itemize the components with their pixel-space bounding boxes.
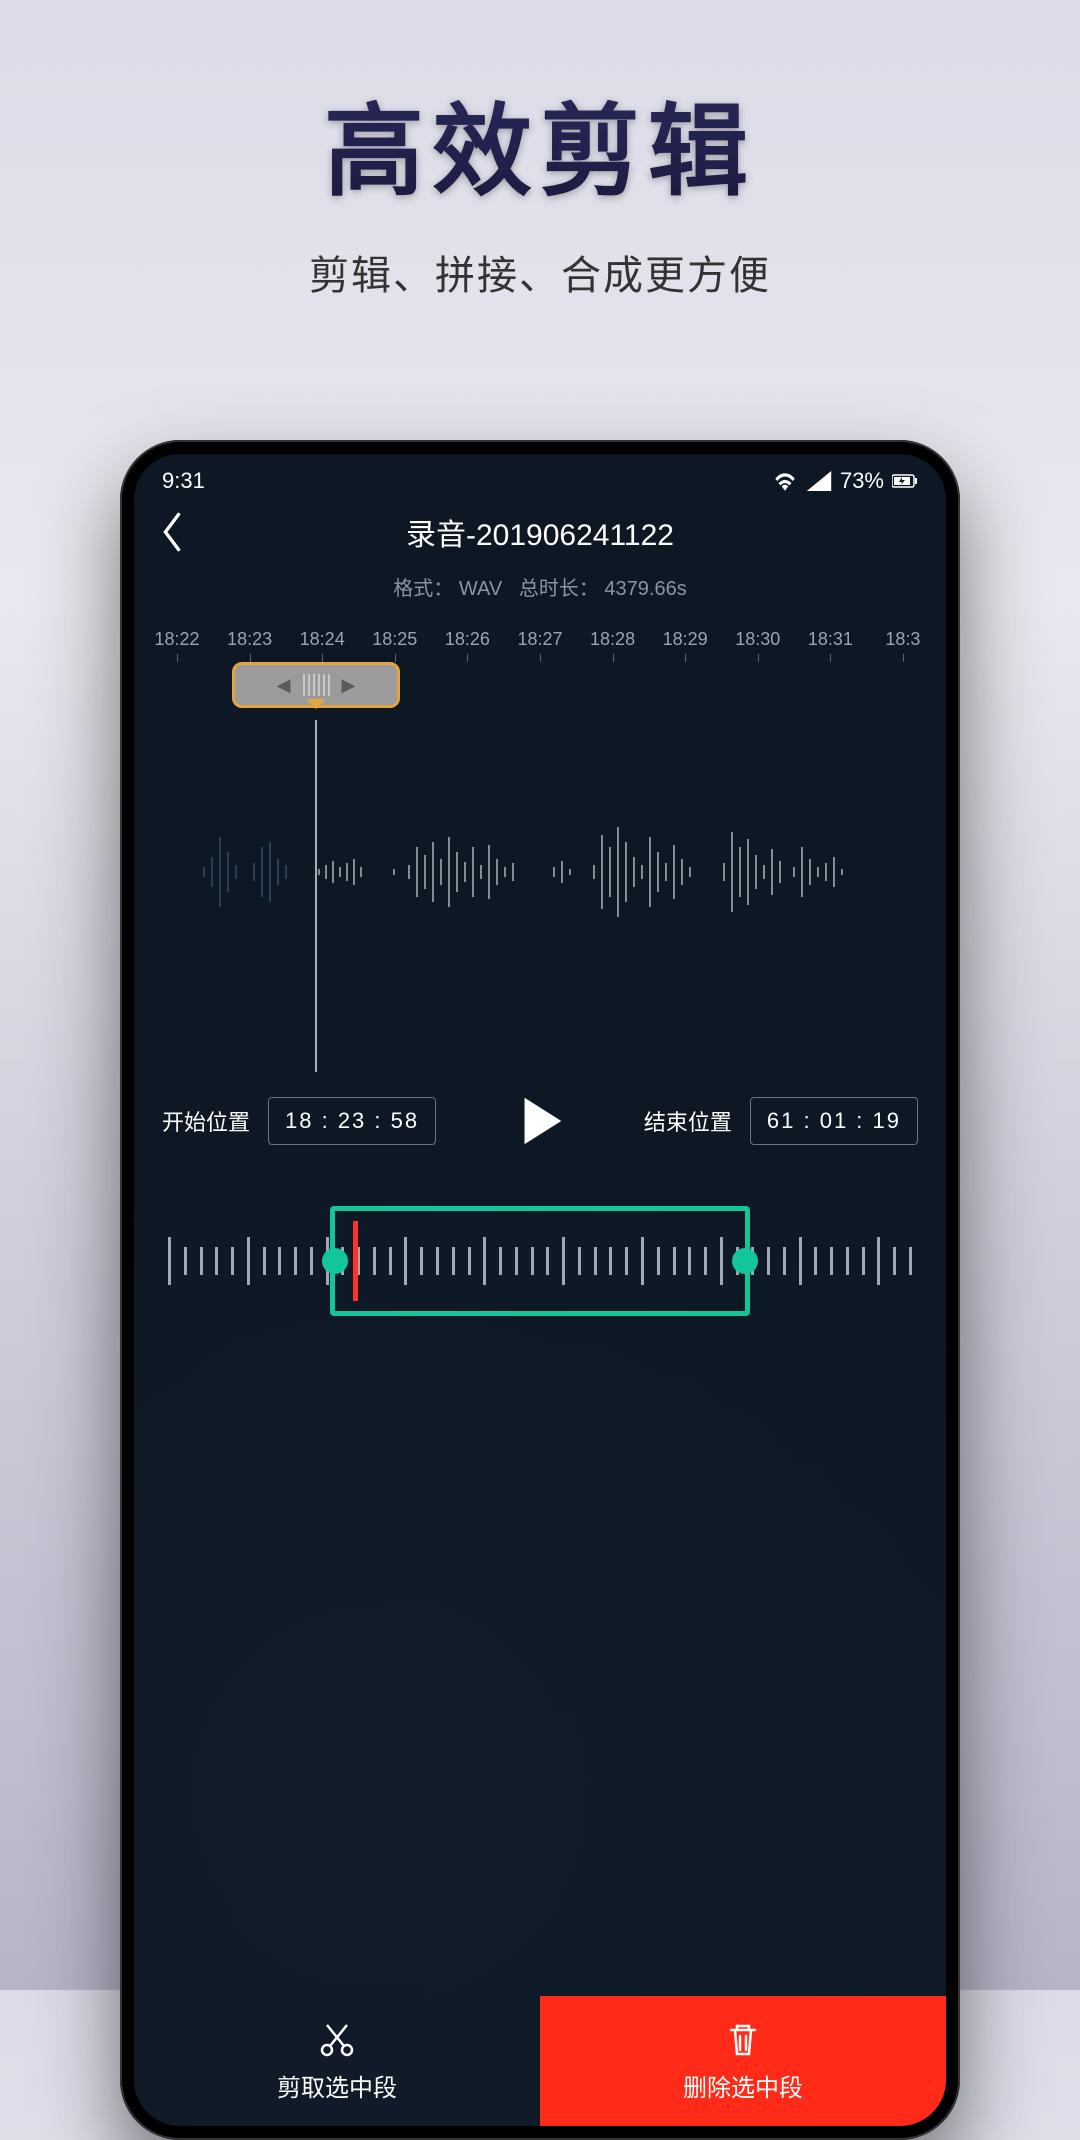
nav-bar: 录音-201906241122 [134, 500, 946, 564]
file-meta: 格式： WAV 总时长： 4379.66s [134, 572, 946, 601]
signal-icon [806, 471, 832, 491]
ruler-tick: 18:27 [507, 629, 573, 650]
range-selection[interactable] [330, 1206, 750, 1316]
time-controls: 开始位置 18 : 23 : 58 结束位置 61 : 01 : 19 [134, 1092, 946, 1150]
ruler-tick: 18:24 [289, 629, 355, 650]
phone-frame: 9:31 73% 录音-201906241122 格式： WAV 总时长： 43… [120, 440, 960, 2140]
ruler-tick: 18:26 [434, 629, 500, 650]
trim-label: 剪取选中段 [277, 2068, 397, 2103]
start-time-input[interactable]: 18 : 23 : 58 [268, 1097, 436, 1145]
action-bar: 剪取选中段 删除选中段 [134, 1996, 946, 2126]
end-time-input[interactable]: 61 : 01 : 19 [750, 1097, 918, 1145]
playhead-handle[interactable]: ◀ ▶ [232, 662, 400, 708]
duration-value: 4379.66s [604, 578, 686, 600]
chevron-right-icon: ▶ [342, 675, 356, 696]
start-label: 开始位置 [162, 1105, 250, 1137]
ruler-tick: 18:31 [797, 629, 863, 650]
ruler-tick: 18:3 [870, 629, 936, 650]
waveform-icon [134, 817, 946, 927]
range-handle-left[interactable] [322, 1248, 348, 1274]
range-slider[interactable] [162, 1206, 918, 1316]
chevron-left-icon: ◀ [277, 675, 291, 696]
format-value: WAV [459, 578, 502, 600]
wifi-icon [772, 471, 798, 491]
format-label: 格式： [393, 578, 453, 600]
delete-label: 删除选中段 [683, 2068, 803, 2103]
promo-subtitle: 剪辑、拼接、合成更方便 [0, 243, 1080, 301]
ruler-tick: 18:29 [652, 629, 718, 650]
battery-percent: 73% [840, 468, 884, 494]
battery-icon [892, 471, 918, 491]
delete-button[interactable]: 删除选中段 [540, 1996, 946, 2126]
grip-icon [303, 674, 330, 696]
end-label: 结束位置 [644, 1105, 732, 1137]
scissors-icon [317, 2020, 357, 2060]
range-handle-right[interactable] [732, 1248, 758, 1274]
promo-title: 高效剪辑 [0, 70, 1080, 215]
page-title: 录音-201906241122 [406, 510, 674, 554]
ruler-tick: 18:30 [725, 629, 791, 650]
waveform-area[interactable]: ◀ ▶ [134, 662, 946, 1072]
ruler-tick: 18:28 [580, 629, 646, 650]
range-cursor[interactable] [353, 1221, 358, 1301]
phone-screen: 9:31 73% 录音-201906241122 格式： WAV 总时长： 43… [134, 454, 946, 2126]
ruler-tick: 18:23 [217, 629, 283, 650]
back-icon[interactable] [158, 510, 186, 554]
ruler-tick: 18:22 [144, 629, 210, 650]
time-ruler[interactable]: 18:22 18:23 18:24 18:25 18:26 18:27 18:2… [134, 629, 946, 650]
ruler-tick: 18:25 [362, 629, 428, 650]
trim-button[interactable]: 剪取选中段 [134, 1996, 540, 2126]
status-bar: 9:31 73% [134, 454, 946, 500]
trash-icon [723, 2020, 763, 2060]
play-icon[interactable] [511, 1092, 569, 1150]
status-time: 9:31 [162, 468, 205, 494]
duration-label: 总时长： [519, 578, 599, 600]
